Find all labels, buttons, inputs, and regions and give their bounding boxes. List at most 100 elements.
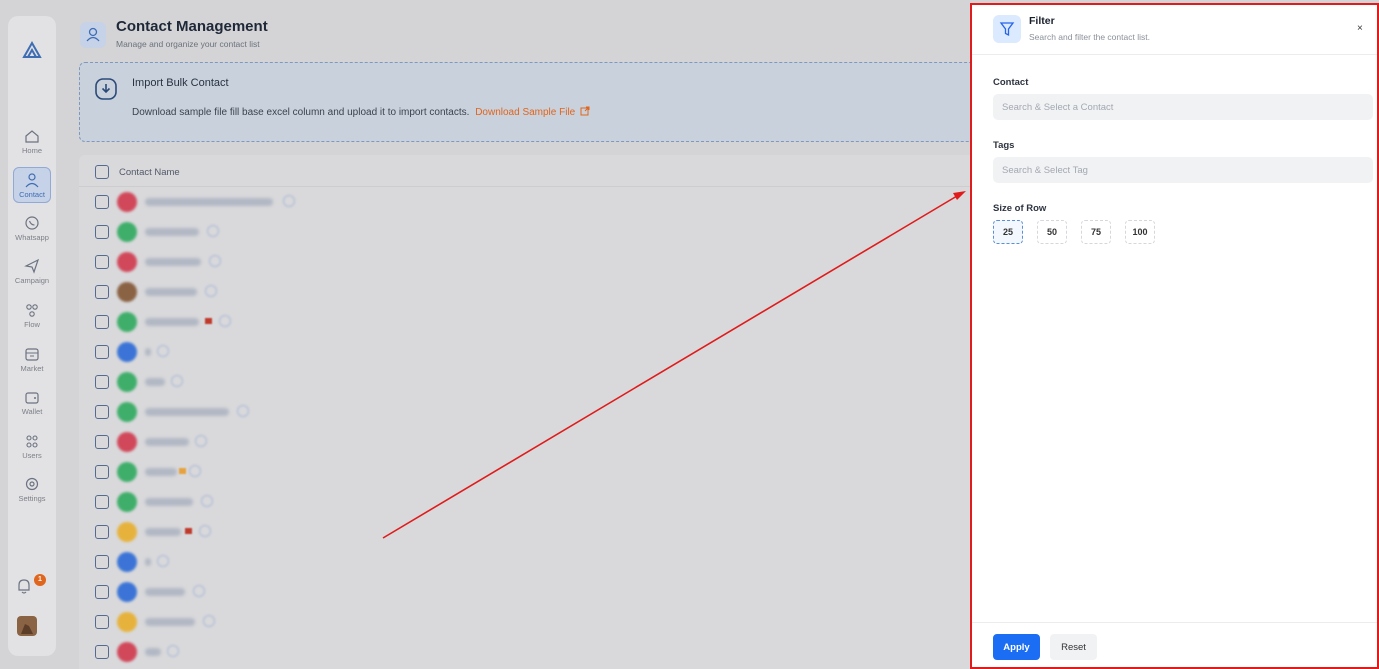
- divider: [972, 54, 1377, 55]
- info-icon[interactable]: [205, 285, 217, 297]
- table-row[interactable]: [79, 577, 979, 607]
- row-checkbox[interactable]: [95, 285, 109, 299]
- info-icon[interactable]: [171, 375, 183, 387]
- contact-avatar: [117, 492, 137, 512]
- sidebar-item-market[interactable]: Market: [8, 346, 56, 373]
- info-icon[interactable]: [201, 495, 213, 507]
- contact-name[interactable]: [145, 378, 165, 386]
- row-checkbox[interactable]: [95, 465, 109, 479]
- table-row[interactable]: [79, 607, 979, 637]
- table-row[interactable]: [79, 487, 979, 517]
- contact-name[interactable]: [145, 618, 195, 626]
- contact-name[interactable]: [145, 408, 229, 416]
- row-checkbox[interactable]: [95, 435, 109, 449]
- contact-name[interactable]: [145, 228, 199, 236]
- apply-button[interactable]: Apply: [993, 634, 1040, 660]
- settings-icon: [25, 477, 39, 491]
- row-checkbox[interactable]: [95, 585, 109, 599]
- contact-avatar: [117, 252, 137, 272]
- tags-search-input[interactable]: [993, 157, 1373, 183]
- table-row[interactable]: [79, 547, 979, 577]
- row-size-75-button[interactable]: 75: [1081, 220, 1111, 244]
- table-row[interactable]: [79, 187, 979, 217]
- row-checkbox[interactable]: [95, 615, 109, 629]
- app-logo-icon[interactable]: [22, 40, 42, 60]
- sidebar-item-flow[interactable]: Flow: [8, 302, 56, 329]
- contact-name[interactable]: [145, 558, 151, 566]
- info-icon[interactable]: [203, 615, 215, 627]
- contact-name[interactable]: [145, 438, 189, 446]
- table-row[interactable]: [79, 397, 979, 427]
- table-row[interactable]: [79, 427, 979, 457]
- info-icon[interactable]: [157, 555, 169, 567]
- external-link-icon: [580, 106, 590, 116]
- reset-button[interactable]: Reset: [1050, 634, 1097, 660]
- row-checkbox[interactable]: [95, 525, 109, 539]
- table-row[interactable]: [79, 307, 979, 337]
- contact-avatar: [117, 192, 137, 212]
- sidebar-item-label: Wallet: [21, 407, 43, 416]
- info-icon[interactable]: [237, 405, 249, 417]
- avatar[interactable]: [17, 616, 37, 636]
- sidebar-item-contact[interactable]: Contact: [13, 167, 51, 203]
- table-row[interactable]: [79, 277, 979, 307]
- sidebar-item-whatsapp[interactable]: Whatsapp: [8, 215, 56, 242]
- row-size-50-button[interactable]: 50: [1037, 220, 1067, 244]
- table-row[interactable]: [79, 457, 979, 487]
- sidebar-item-users[interactable]: Users: [8, 433, 56, 460]
- sidebar-item-campaign[interactable]: Campaign: [8, 258, 56, 285]
- info-icon[interactable]: [207, 225, 219, 237]
- sidebar-item-settings[interactable]: Settings: [8, 476, 56, 503]
- contact-name[interactable]: [145, 288, 197, 296]
- contact-name[interactable]: [145, 648, 161, 656]
- contact-name[interactable]: [145, 348, 151, 356]
- info-icon[interactable]: [193, 585, 205, 597]
- contact-name[interactable]: [145, 258, 201, 266]
- info-icon[interactable]: [209, 255, 221, 267]
- table-row[interactable]: [79, 247, 979, 277]
- info-icon[interactable]: [167, 645, 179, 657]
- row-checkbox[interactable]: [95, 495, 109, 509]
- info-icon[interactable]: [157, 345, 169, 357]
- contact-avatar: [117, 642, 137, 662]
- table-row[interactable]: [79, 337, 979, 367]
- close-icon[interactable]: ×: [1357, 23, 1363, 34]
- info-icon[interactable]: [283, 195, 295, 207]
- table-row[interactable]: [79, 517, 979, 547]
- row-size-100-button[interactable]: 100: [1125, 220, 1155, 244]
- sidebar-item-wallet[interactable]: Wallet: [8, 389, 56, 416]
- row-checkbox[interactable]: [95, 555, 109, 569]
- info-icon[interactable]: [219, 315, 231, 327]
- table-row[interactable]: [79, 637, 979, 667]
- home-icon: [25, 130, 39, 143]
- contact-avatar: [117, 402, 137, 422]
- row-checkbox[interactable]: [95, 195, 109, 209]
- contact-name[interactable]: [145, 468, 177, 476]
- row-checkbox[interactable]: [95, 225, 109, 239]
- market-icon: [25, 348, 39, 361]
- row-checkbox[interactable]: [95, 405, 109, 419]
- contact-search-input[interactable]: [993, 94, 1373, 120]
- bell-icon[interactable]: [14, 576, 34, 596]
- table-row[interactable]: [79, 367, 979, 397]
- contact-name[interactable]: [145, 528, 181, 536]
- info-icon[interactable]: [189, 465, 201, 477]
- row-size-25-button[interactable]: 25: [993, 220, 1023, 244]
- contact-name[interactable]: [145, 198, 273, 206]
- row-checkbox[interactable]: [95, 345, 109, 359]
- row-checkbox[interactable]: [95, 645, 109, 659]
- sidebar-item-label: Flow: [24, 320, 40, 329]
- table-row[interactable]: [79, 217, 979, 247]
- row-checkbox[interactable]: [95, 255, 109, 269]
- info-icon[interactable]: [199, 525, 211, 537]
- select-all-checkbox[interactable]: [95, 165, 109, 179]
- contact-name[interactable]: [145, 588, 185, 596]
- info-icon[interactable]: [195, 435, 207, 447]
- filter-subtitle: Search and filter the contact list.: [1029, 32, 1150, 42]
- contact-name[interactable]: [145, 498, 193, 506]
- row-checkbox[interactable]: [95, 375, 109, 389]
- download-sample-link[interactable]: Download Sample File: [475, 106, 590, 118]
- contact-name[interactable]: [145, 318, 199, 326]
- sidebar-item-home[interactable]: Home: [8, 128, 56, 155]
- row-checkbox[interactable]: [95, 315, 109, 329]
